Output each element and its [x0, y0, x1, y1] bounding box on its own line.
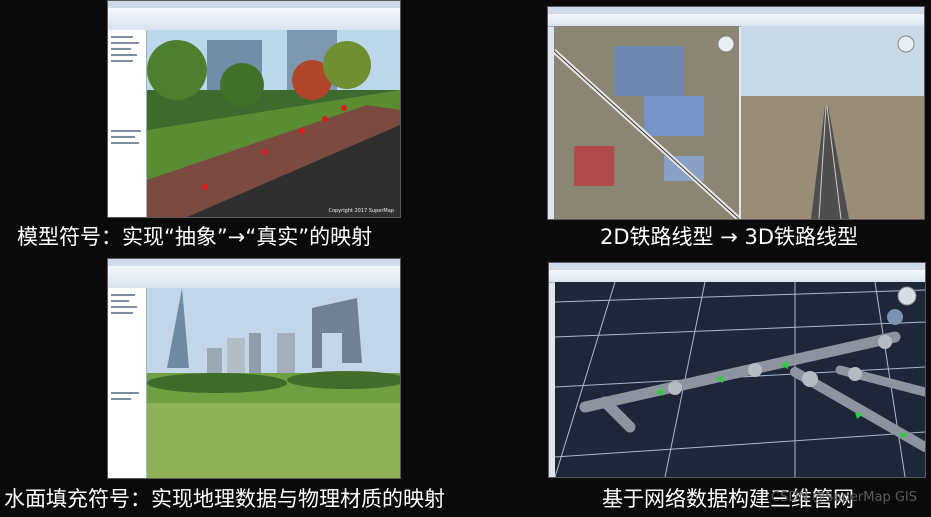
railway-screenshot: [547, 6, 925, 220]
pipe-network-3d-view[interactable]: [555, 282, 925, 477]
workspace-tree-panel[interactable]: [108, 288, 147, 478]
caption-model-symbol: 模型符号：实现“抽象”→“真实”的映射: [17, 225, 373, 249]
railway-2d-map-view[interactable]: [554, 26, 739, 219]
watermark-text: CSDN @SuperMap GIS: [770, 490, 917, 505]
app-titlebar: [548, 7, 924, 14]
app-ribbon[interactable]: [108, 266, 400, 289]
workspace-tree-panel[interactable]: [108, 30, 147, 217]
model-symbol-screenshot: Copyright 2017 SuperMap: [107, 0, 401, 218]
scene-copyright-text: Copyright 2017 SuperMap: [328, 208, 394, 214]
cbd-skyline-viewport[interactable]: [147, 288, 400, 478]
caption-railway: 2D铁路线型 → 3D铁路线型: [600, 225, 859, 249]
app-titlebar: [108, 259, 400, 266]
app-titlebar: [549, 263, 925, 270]
street-scene-viewport[interactable]: [147, 30, 400, 217]
water-fill-screenshot: [107, 258, 401, 479]
app-titlebar: [108, 1, 400, 8]
pipe-network-screenshot: [548, 262, 926, 478]
app-ribbon[interactable]: [108, 8, 400, 31]
railway-3d-scene-view[interactable]: [741, 26, 924, 219]
caption-water-fill: 水面填充符号：实现地理数据与物理材质的映射: [4, 487, 445, 511]
